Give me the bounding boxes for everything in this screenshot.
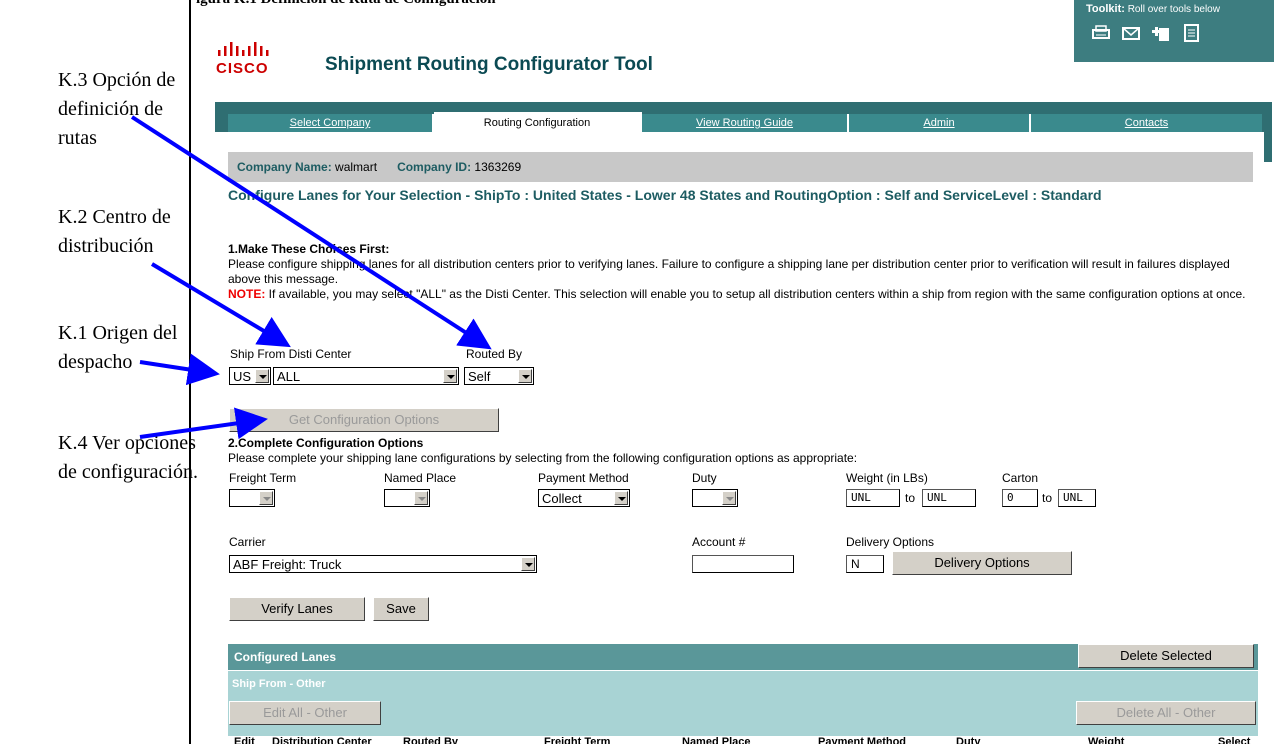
arrow-k3 <box>130 115 492 350</box>
arrow-k4 <box>139 407 268 440</box>
annotation-arrows <box>130 115 492 440</box>
arrow-k1 <box>139 353 220 386</box>
arrow-k2 <box>150 262 291 348</box>
